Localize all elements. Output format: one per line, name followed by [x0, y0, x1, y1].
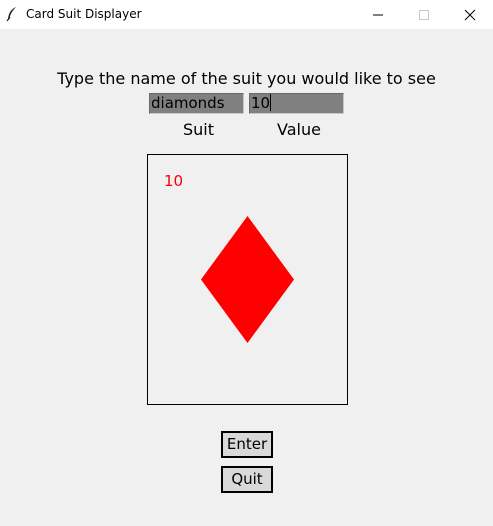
suit-label: Suit	[183, 120, 215, 139]
window-title: Card Suit Displayer	[26, 7, 142, 21]
card-canvas: 10	[147, 154, 348, 405]
maximize-button[interactable]	[401, 0, 447, 29]
instruction-text: Type the name of the suit you would like…	[57, 69, 436, 88]
minimize-icon	[373, 14, 383, 16]
value-input[interactable]: 10	[249, 93, 344, 114]
suit-input[interactable]: diamonds	[149, 93, 244, 114]
value-input-value: 10	[251, 94, 271, 112]
minimize-button[interactable]	[355, 0, 401, 29]
card-value-label: 10	[164, 172, 184, 190]
close-icon	[464, 9, 476, 21]
text-cursor	[270, 94, 272, 111]
feather-icon	[6, 7, 16, 22]
value-label: Value	[277, 120, 321, 139]
diamond-icon	[201, 216, 294, 343]
suit-input-value: diamonds	[151, 94, 225, 112]
quit-button[interactable]: Quit	[221, 466, 273, 493]
title-bar: Card Suit Displayer	[0, 0, 493, 29]
enter-button[interactable]: Enter	[221, 431, 273, 458]
maximize-icon	[419, 10, 429, 20]
close-button[interactable]	[447, 0, 493, 29]
